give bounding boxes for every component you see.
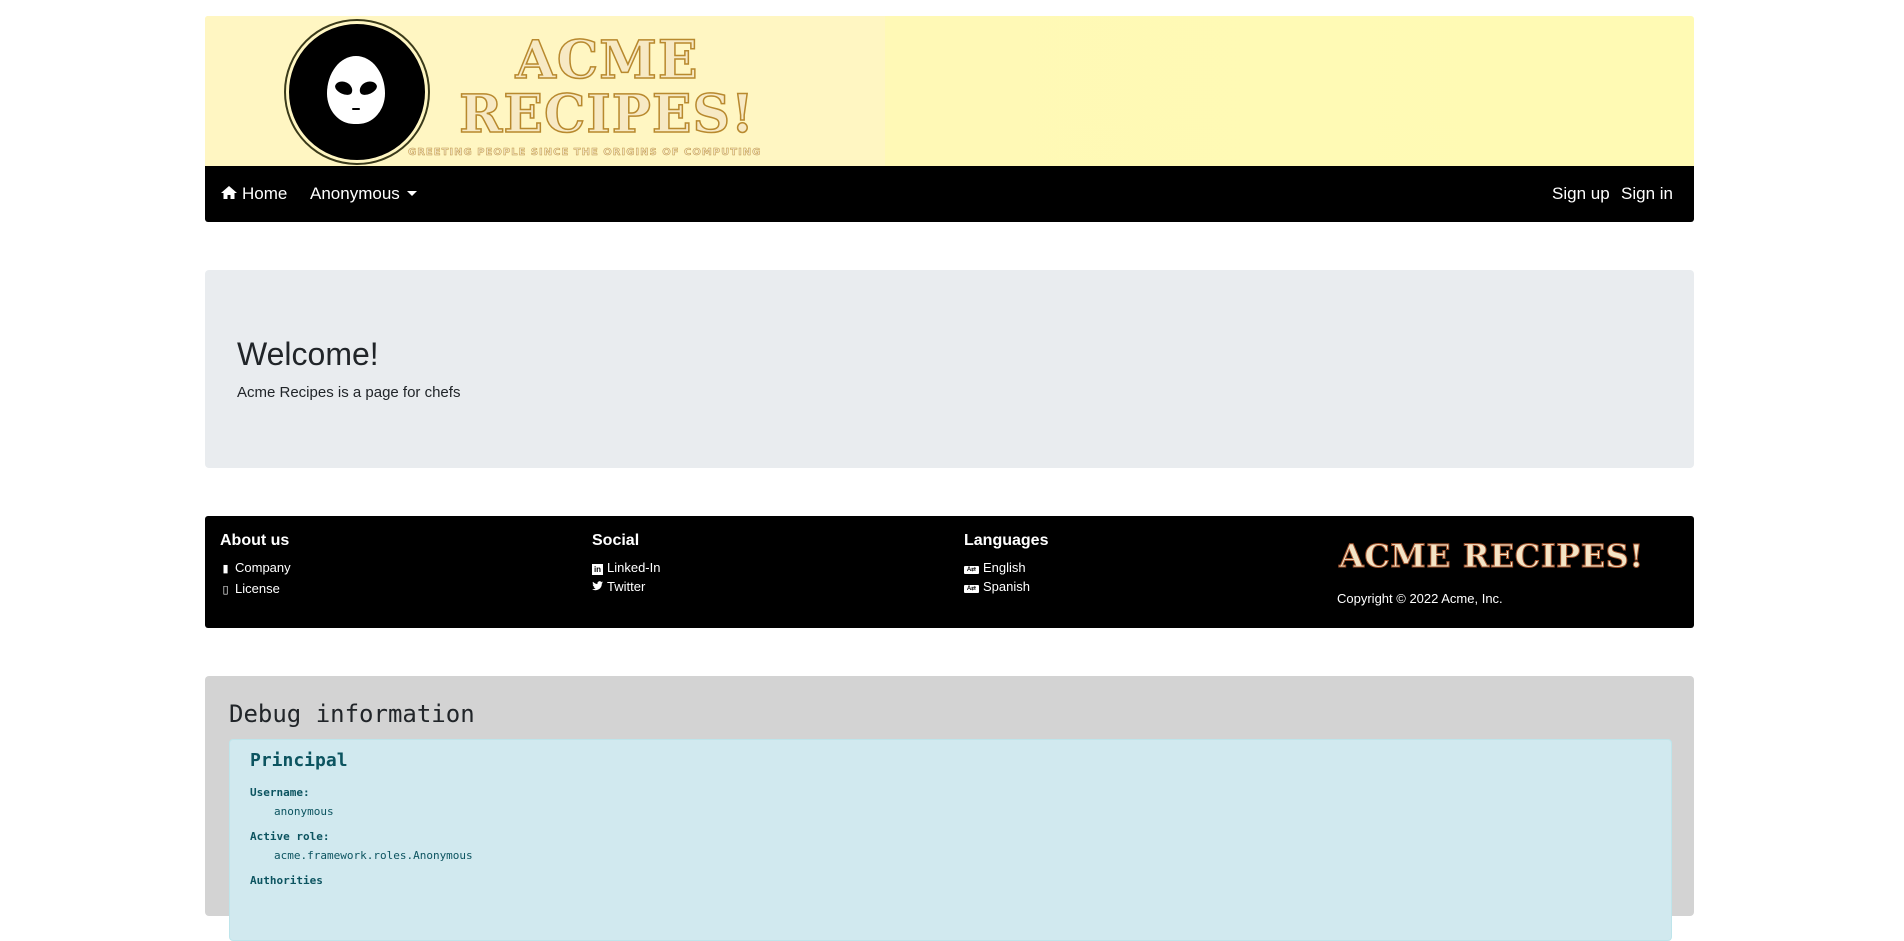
site-banner: ACME RECIPES! GREETING PEOPLE SINCE THE …: [205, 16, 1694, 166]
main-navbar: Home Anonymous Sign up Sign in: [205, 166, 1694, 222]
active-role-label: Active role:: [250, 830, 330, 843]
footer-linkedin-label: Linked-In: [607, 560, 661, 575]
file-icon: ▯: [222, 584, 229, 596]
footer-languages-section: Languages A⇄ English A⇄ Spanish: [964, 532, 1048, 596]
building-icon: ▮: [222, 563, 229, 575]
footer-license-label: License: [235, 581, 280, 596]
footer-about-heading: About us: [220, 532, 290, 549]
language-icon: A⇄: [964, 585, 979, 593]
footer-license-link[interactable]: ▯ License: [220, 579, 291, 600]
footer-about-section: About us ▮ Company ▯ License: [220, 532, 291, 600]
debug-panel: Debug information Principal Username: an…: [205, 676, 1694, 941]
footer-spanish-label: Spanish: [983, 579, 1030, 594]
footer-social-section: Social in Linked-In Twitter: [592, 532, 660, 598]
footer-english-link[interactable]: A⇄ English: [964, 558, 1048, 577]
footer-company-link[interactable]: ▮ Company: [220, 558, 291, 579]
caret-down-icon: [406, 191, 417, 196]
alien-logo-icon: [286, 21, 428, 163]
home-icon: [220, 185, 238, 205]
language-icon: A⇄: [964, 566, 979, 574]
footer-spanish-link[interactable]: A⇄ Spanish: [964, 577, 1048, 596]
banner-image: ACME RECIPES! GREETING PEOPLE SINCE THE …: [205, 16, 885, 166]
welcome-jumbotron: Welcome! Acme Recipes is a page for chef…: [205, 270, 1694, 468]
principal-box: Principal Username: anonymous Active rol…: [229, 739, 1672, 941]
banner-tagline: GREETING PEOPLE SINCE THE ORIGINS OF COM…: [408, 147, 762, 159]
footer-brand-logo: ACME RECIPES!: [1339, 537, 1644, 575]
footer-twitter-link[interactable]: Twitter: [592, 577, 660, 598]
footer-linkedin-link[interactable]: in Linked-In: [592, 558, 660, 577]
welcome-title: Welcome!: [237, 336, 379, 372]
footer-twitter-label: Twitter: [607, 579, 646, 594]
footer-company-label: Company: [235, 560, 291, 575]
twitter-icon: [592, 579, 603, 598]
debug-heading: Debug information: [229, 700, 475, 728]
username-value: anonymous: [274, 805, 334, 818]
welcome-text: Acme Recipes is a page for chefs: [237, 384, 461, 401]
signup-link[interactable]: Sign up: [1552, 184, 1610, 204]
site-footer: About us ▮ Company ▯ License Social in Link…: [205, 516, 1694, 628]
anonymous-dropdown[interactable]: Anonymous: [310, 184, 417, 204]
authorities-label: Authorities: [250, 874, 323, 887]
nav-home-label: Home: [242, 184, 288, 203]
nav-home-link[interactable]: Home: [220, 184, 287, 205]
linkedin-icon: in: [592, 564, 603, 575]
footer-english-label: English: [983, 560, 1026, 575]
footer-languages-heading: Languages: [964, 532, 1049, 549]
username-label: Username:: [250, 786, 310, 799]
footer-social-heading: Social: [592, 532, 640, 549]
active-role-value: acme.framework.roles.Anonymous: [274, 849, 473, 862]
footer-copyright: Copyright © 2022 Acme, Inc.: [1337, 591, 1503, 606]
banner-title: ACME RECIPES!: [458, 30, 755, 145]
signin-link[interactable]: Sign in: [1621, 184, 1673, 204]
anonymous-label: Anonymous: [310, 184, 400, 203]
principal-heading: Principal: [250, 750, 348, 771]
